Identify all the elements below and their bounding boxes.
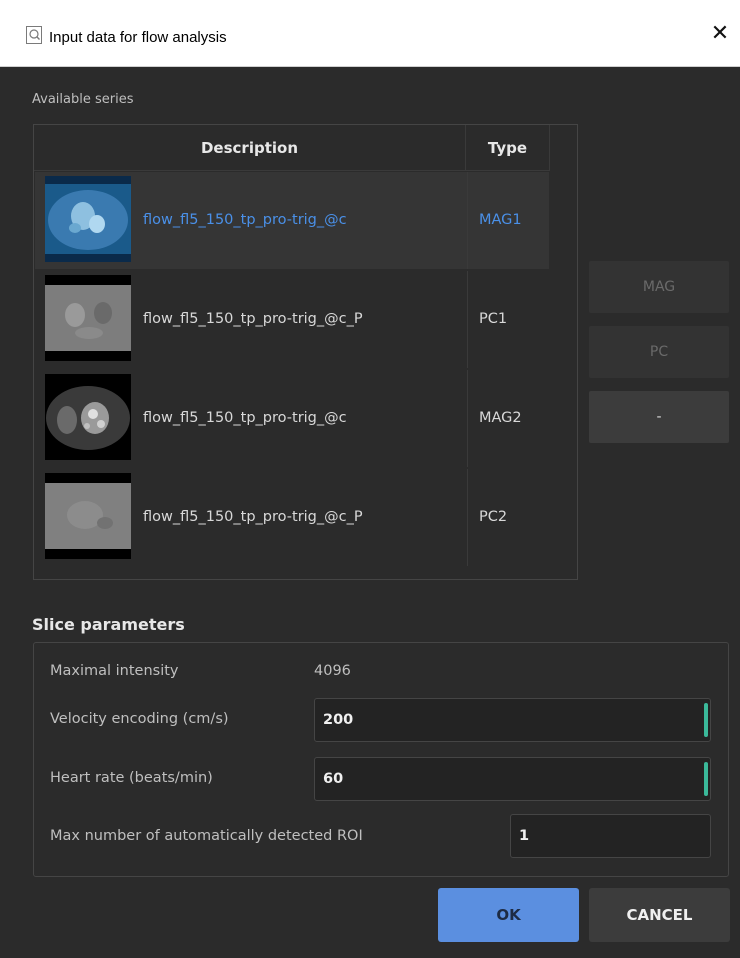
heart-rate-label: Heart rate (beats/min) xyxy=(50,770,213,786)
slice-parameters-title: Slice parameters xyxy=(32,615,185,634)
series-row[interactable]: flow_fl5_150_tp_pro-trig_@c_P PC2 xyxy=(35,469,549,566)
series-description: flow_fl5_150_tp_pro-trig_@c_P xyxy=(143,311,363,327)
column-divider xyxy=(467,172,468,269)
max-roi-label: Max number of automatically detected ROI xyxy=(50,828,363,844)
velocity-encoding-input[interactable]: 200 xyxy=(314,698,711,742)
series-type: MAG1 xyxy=(479,212,522,228)
series-description: flow_fl5_150_tp_pro-trig_@c_P xyxy=(143,509,363,525)
unassign-button[interactable]: - xyxy=(589,391,729,443)
series-thumbnail xyxy=(45,473,131,559)
series-description: flow_fl5_150_tp_pro-trig_@c xyxy=(143,212,347,228)
column-divider xyxy=(467,271,468,368)
title-bar: Input data for flow analysis ✕ xyxy=(0,0,740,67)
series-thumbnail xyxy=(45,275,131,361)
column-divider xyxy=(467,370,468,467)
close-button[interactable]: ✕ xyxy=(700,14,740,54)
column-header-description[interactable]: Description xyxy=(34,125,466,171)
assign-mag-button[interactable]: MAG xyxy=(589,261,729,313)
column-header-type[interactable]: Type xyxy=(466,125,550,171)
cancel-button[interactable]: CANCEL xyxy=(589,888,730,942)
flow-analysis-dialog: Input data for flow analysis ✕ Available… xyxy=(0,0,740,958)
assign-pc-button[interactable]: PC xyxy=(589,326,729,378)
series-thumbnail xyxy=(45,176,131,262)
velocity-encoding-label: Velocity encoding (cm/s) xyxy=(50,711,229,727)
series-type: PC1 xyxy=(479,311,508,327)
series-description: flow_fl5_150_tp_pro-trig_@c xyxy=(143,410,347,426)
window-title: Input data for flow analysis xyxy=(49,29,227,46)
available-series-label: Available series xyxy=(32,92,134,107)
series-row[interactable]: flow_fl5_150_tp_pro-trig_@c_P PC1 xyxy=(35,271,549,368)
max-intensity-label: Maximal intensity xyxy=(50,663,179,679)
search-document-icon xyxy=(26,26,42,44)
series-type: PC2 xyxy=(479,509,508,525)
ok-button[interactable]: OK xyxy=(438,888,579,942)
series-row[interactable]: flow_fl5_150_tp_pro-trig_@c MAG2 xyxy=(35,370,549,467)
column-divider xyxy=(467,469,468,566)
max-intensity-value: 4096 xyxy=(314,663,351,679)
series-type: MAG2 xyxy=(479,410,522,426)
series-thumbnail xyxy=(45,374,131,460)
heart-rate-input[interactable]: 60 xyxy=(314,757,711,801)
max-roi-input[interactable]: 1 xyxy=(510,814,711,858)
series-table: Description Type flow_fl5_150_tp_pro-tri… xyxy=(33,124,578,580)
series-row[interactable]: flow_fl5_150_tp_pro-trig_@c MAG1 xyxy=(35,172,549,269)
